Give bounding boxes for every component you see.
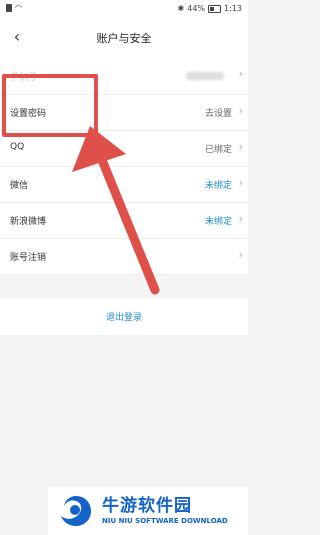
annotation-highlight-box (2, 74, 98, 137)
settings-row-value: 未绑定 (204, 217, 232, 227)
bluetooth-icon: ✱ (177, 4, 185, 13)
status-bar: ◠ ✱ 44% 1:13 (0, 0, 248, 18)
logout-button[interactable]: 退出登录 (0, 298, 248, 335)
settings-row-label: 账号注销 (10, 253, 47, 263)
wifi-icon: ◠ (15, 3, 22, 12)
settings-row-value: 未绑定 (204, 181, 232, 191)
chevron-right-icon: › (238, 176, 243, 189)
chevron-right-icon: › (238, 104, 243, 117)
settings-row-label: QQ (10, 142, 25, 152)
watermark: 牛游软件园 NIU NIU SOFTWARE DOWNLOAD (48, 487, 248, 535)
logout-label: 退出登录 (105, 313, 142, 323)
settings-row-deactivate[interactable]: 账号注销 › (0, 239, 248, 275)
nav-bar: ‹ 账户与安全 (0, 18, 248, 59)
watermark-logo (61, 496, 91, 526)
settings-row-value: 去设置 (204, 109, 232, 119)
settings-row-value: 已绑定 (204, 145, 232, 155)
settings-row-wechat[interactable]: 微信 未绑定 › (0, 167, 248, 203)
sim-icon (6, 4, 12, 12)
page-title: 账户与安全 (96, 32, 152, 45)
chevron-right-icon: › (238, 248, 243, 261)
settings-row-weibo[interactable]: 新浪微博 未绑定 › (0, 203, 248, 239)
chevron-right-icon: › (238, 67, 243, 80)
watermark-subtitle: NIU NIU SOFTWARE DOWNLOAD (102, 517, 228, 525)
battery-icon (208, 4, 222, 13)
settings-row-label: 微信 (10, 181, 29, 191)
masked-phone-number (186, 72, 224, 80)
settings-row-label: 新浪微博 (10, 217, 47, 227)
chevron-right-icon: › (238, 140, 243, 153)
chevron-right-icon: › (238, 212, 243, 225)
watermark-title: 牛游软件园 (102, 496, 192, 516)
clock: 1:13 (224, 4, 242, 13)
battery-percent: 44% (187, 4, 206, 13)
